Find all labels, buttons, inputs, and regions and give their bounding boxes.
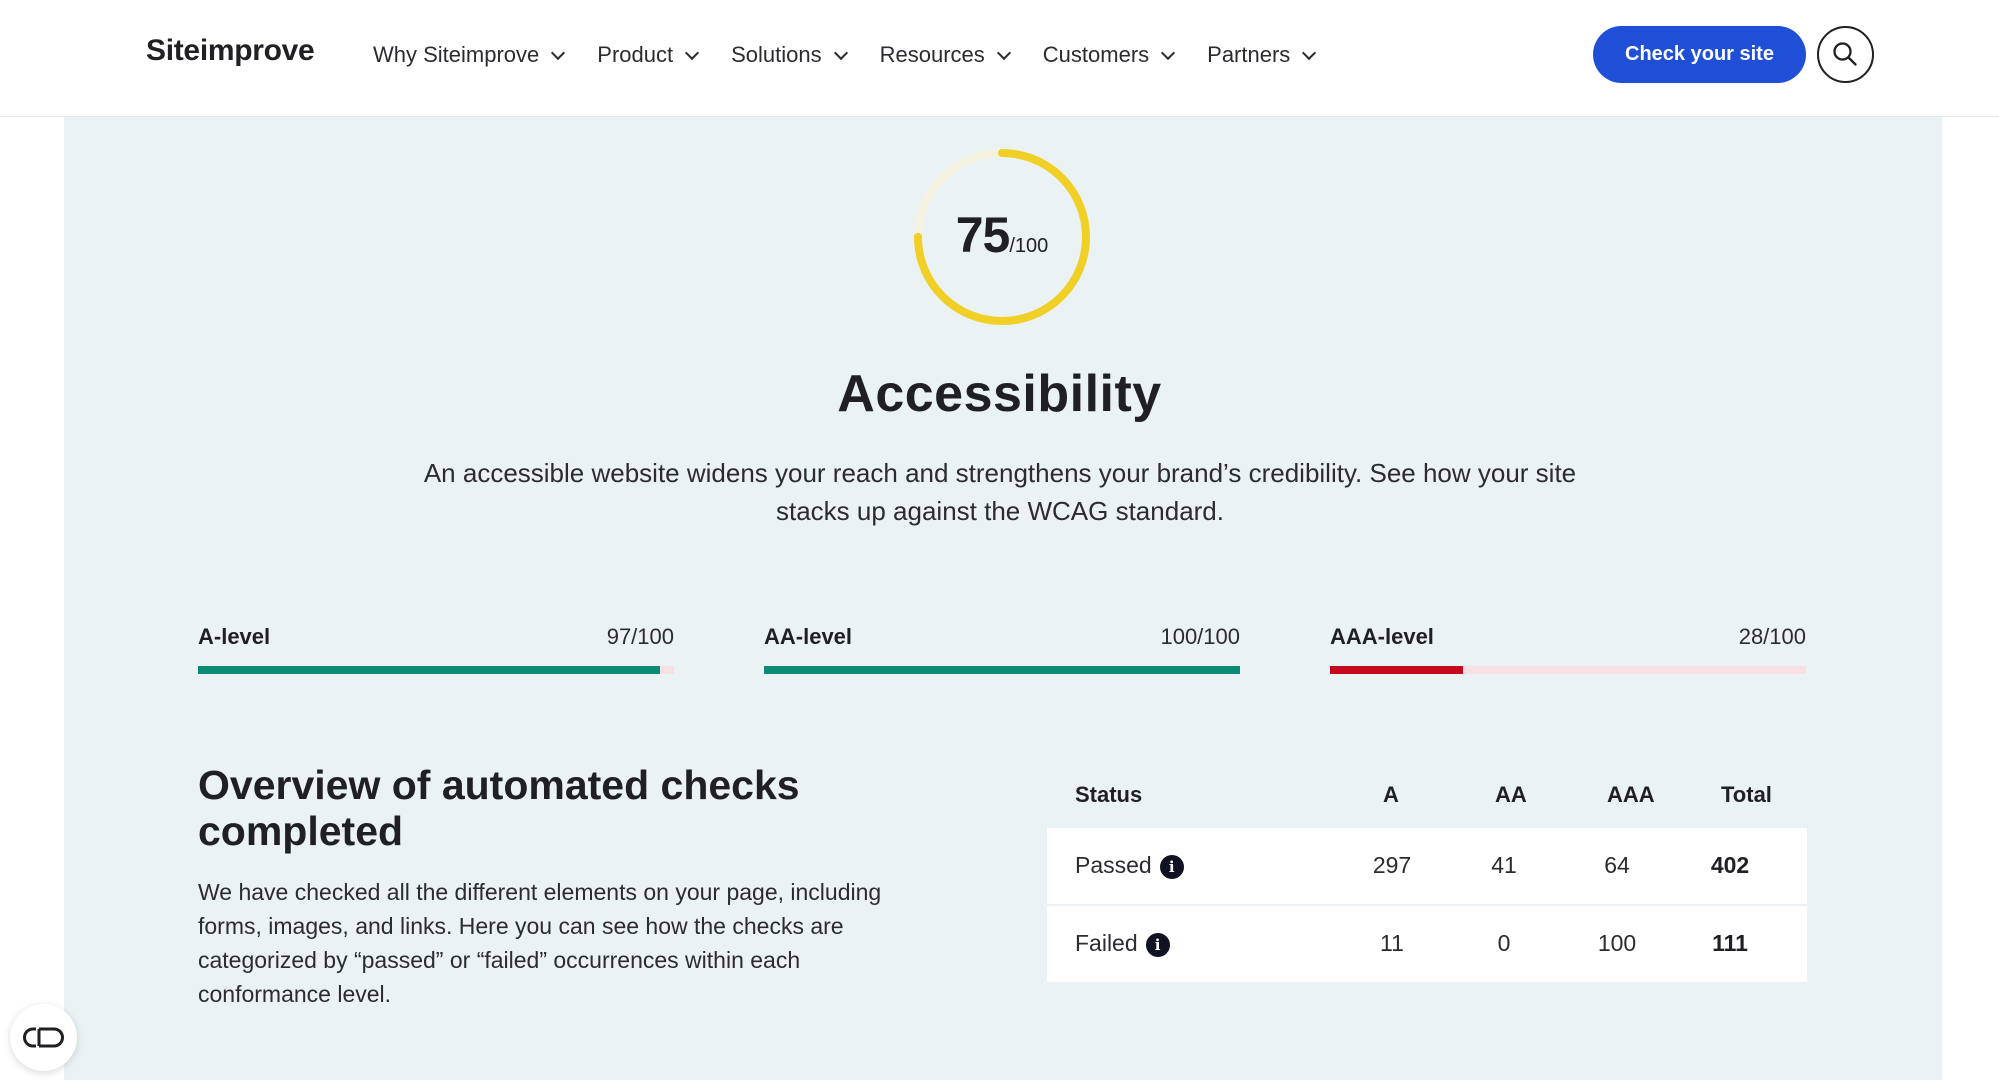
row-status: Passed i: [1075, 852, 1184, 879]
nav-item-partners[interactable]: Partners: [1207, 38, 1317, 72]
score-gauge: 75/100: [911, 146, 1093, 328]
chevron-down-icon: [996, 45, 1011, 61]
checks-table: Status A AA AAA Total Passed i 297 41 64 …: [1047, 770, 1807, 984]
cell-total: 111: [1712, 930, 1748, 956]
cell-aaa: 100: [1597, 930, 1637, 956]
status-label: Passed: [1075, 852, 1152, 878]
site-header: Siteimprove Why Siteimprove Product Solu…: [0, 0, 1999, 117]
level-score: 100/100: [1160, 624, 1240, 649]
chevron-down-icon: [1161, 45, 1176, 61]
overview-text: We have checked all the different elemen…: [198, 879, 882, 1007]
search-button[interactable]: [1817, 26, 1874, 83]
level-track: [764, 666, 1240, 674]
nav-item-solutions[interactable]: Solutions: [731, 38, 848, 72]
check-your-site-button[interactable]: Check your site: [1593, 26, 1806, 83]
nav-item-customers[interactable]: Customers: [1042, 38, 1176, 72]
chevron-down-icon: [833, 45, 848, 61]
score-number: 75: [955, 207, 1011, 263]
header-a: A: [1383, 782, 1399, 807]
level-fill: [198, 666, 660, 674]
info-icon[interactable]: i: [1145, 932, 1170, 957]
table-header: Status A AA AAA Total: [1047, 770, 1807, 828]
score-max: /100: [1009, 235, 1049, 257]
header-aa: AA: [1495, 782, 1527, 807]
main-nav: Why Siteimprove Product Solutions Resour…: [373, 38, 1317, 72]
chevron-down-icon: [551, 45, 566, 61]
info-icon[interactable]: i: [1159, 854, 1184, 879]
header-aaa: AAA: [1607, 782, 1655, 807]
table-row: Passed i 297 41 64 402: [1047, 828, 1807, 906]
overview-title: Overview of automated checks completed: [198, 762, 800, 854]
status-label: Failed: [1075, 930, 1138, 956]
site-logo[interactable]: Siteimprove: [146, 34, 315, 68]
nav-label: Resources: [879, 42, 985, 67]
level-label: AA-level: [764, 624, 853, 649]
header-status: Status: [1075, 782, 1143, 807]
level-score: 97/100: [606, 624, 674, 649]
nav-label: Why Siteimprove: [373, 42, 540, 67]
level-label: A-level: [198, 624, 271, 649]
score-value: 75/100: [911, 206, 1093, 264]
cell-aa: 0: [1497, 930, 1511, 956]
nav-label: Customers: [1042, 42, 1150, 67]
nav-item-product[interactable]: Product: [597, 38, 700, 72]
chevron-down-icon: [685, 45, 700, 61]
level-track: [1330, 666, 1806, 674]
nav-item-why-siteimprove[interactable]: Why Siteimprove: [373, 38, 566, 72]
row-status: Failed i: [1075, 930, 1170, 957]
level-score: 28/100: [1738, 624, 1806, 649]
cell-aa: 41: [1491, 852, 1517, 878]
nav-item-resources[interactable]: Resources: [879, 38, 1011, 72]
cell-a: 11: [1380, 930, 1404, 956]
page-title: Accessibility: [837, 365, 1162, 423]
cell-total: 402: [1710, 852, 1750, 878]
chevron-down-icon: [1302, 45, 1317, 61]
cell-aaa: 64: [1604, 852, 1630, 878]
level-fill: [764, 666, 1240, 674]
cell-a: 297: [1372, 852, 1412, 878]
level-track: [198, 666, 674, 674]
nav-label: Partners: [1207, 42, 1291, 67]
accessibility-toggle-icon: [23, 1027, 64, 1048]
level-fill: [1330, 666, 1464, 674]
search-icon: [1833, 42, 1857, 66]
section-lead: An accessible website widens your reach …: [423, 458, 1577, 526]
header-total: Total: [1721, 782, 1772, 807]
nav-label: Solutions: [731, 42, 822, 67]
level-label: AAA-level: [1330, 624, 1434, 649]
nav-label: Product: [597, 42, 674, 67]
table-row: Failed i 11 0 100 111: [1047, 906, 1807, 984]
accessibility-widget-button[interactable]: [10, 1004, 77, 1071]
